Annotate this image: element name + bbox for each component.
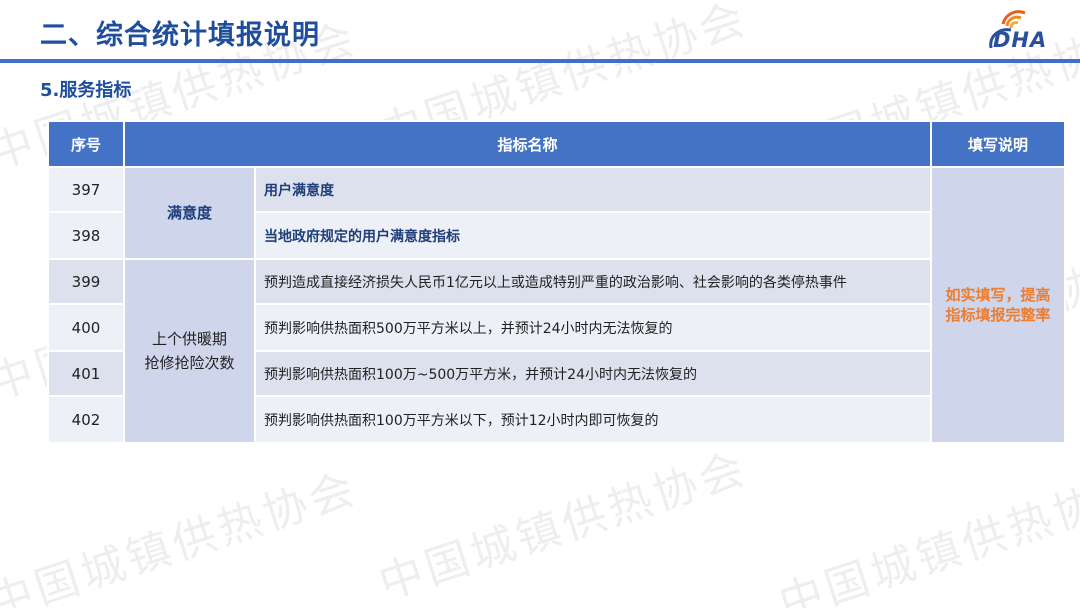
dha-logo: DHA <box>985 8 1070 52</box>
column-header-id: 序号 <box>47 120 125 168</box>
indicator-name: 预判造成直接经济损失人民币1亿元以上或造成特别严重的政治影响、社会影响的各类停热… <box>253 258 933 305</box>
indicator-name: 预判影响供热面积100万平方米以下，预计12小时内即可恢复的 <box>253 395 933 444</box>
indicator-name: 预判影响供热面积500万平方米以上，并预计24小时内无法恢复的 <box>253 303 933 352</box>
page-title: 二、综合统计填报说明 <box>40 20 320 51</box>
table-header-row: 序号 指标名称 填写说明 <box>47 120 1067 168</box>
category-emergency-repairs: 上个供暖期 抢修抢险次数 <box>123 258 256 444</box>
watermark: 中国城镇供热协会 <box>0 462 364 608</box>
header-divider <box>0 59 1080 63</box>
column-header-name: 指标名称 <box>122 120 933 168</box>
fill-instruction: 如实填写，提高 指标填报完整率 <box>930 166 1067 444</box>
category-satisfaction: 满意度 <box>123 166 256 260</box>
indicator-table: 序号 指标名称 填写说明 397 满意度 用户满意度 如实填写，提高 指标填报完… <box>47 120 1067 444</box>
watermark: 中国城镇供热协会 <box>772 462 1080 608</box>
row-id: 401 <box>47 350 125 397</box>
category-line: 抢修抢险次数 <box>144 354 235 372</box>
indicator-name: 用户满意度 <box>253 166 933 213</box>
fill-instruction-line: 如实填写，提高 <box>945 286 1051 304</box>
table-row: 399 上个供暖期 抢修抢险次数 预判造成直接经济损失人民币1亿元以上或造成特别… <box>47 258 1065 444</box>
slide-header: 二、综合统计填报说明 DHA <box>0 0 1080 64</box>
category-line: 上个供暖期 <box>151 330 227 348</box>
indicator-name: 预判影响供热面积100万~500万平方米，并预计24小时内无法恢复的 <box>253 350 933 397</box>
row-id: 398 <box>47 211 125 260</box>
row-id: 399 <box>47 258 125 305</box>
row-id: 402 <box>47 395 125 444</box>
section-subtitle: 5.服务指标 <box>40 80 132 101</box>
column-header-note: 填写说明 <box>930 120 1067 168</box>
table-row: 397 满意度 用户满意度 如实填写，提高 指标填报完整率 <box>47 166 1067 444</box>
indicator-name: 当地政府规定的用户满意度指标 <box>253 211 933 260</box>
fill-instruction-line: 指标填报完整率 <box>945 306 1051 324</box>
row-id: 400 <box>47 303 125 352</box>
watermark: 中国城镇供热协会 <box>372 442 754 608</box>
row-id: 397 <box>47 166 125 213</box>
logo-text: DHA <box>993 28 1048 52</box>
